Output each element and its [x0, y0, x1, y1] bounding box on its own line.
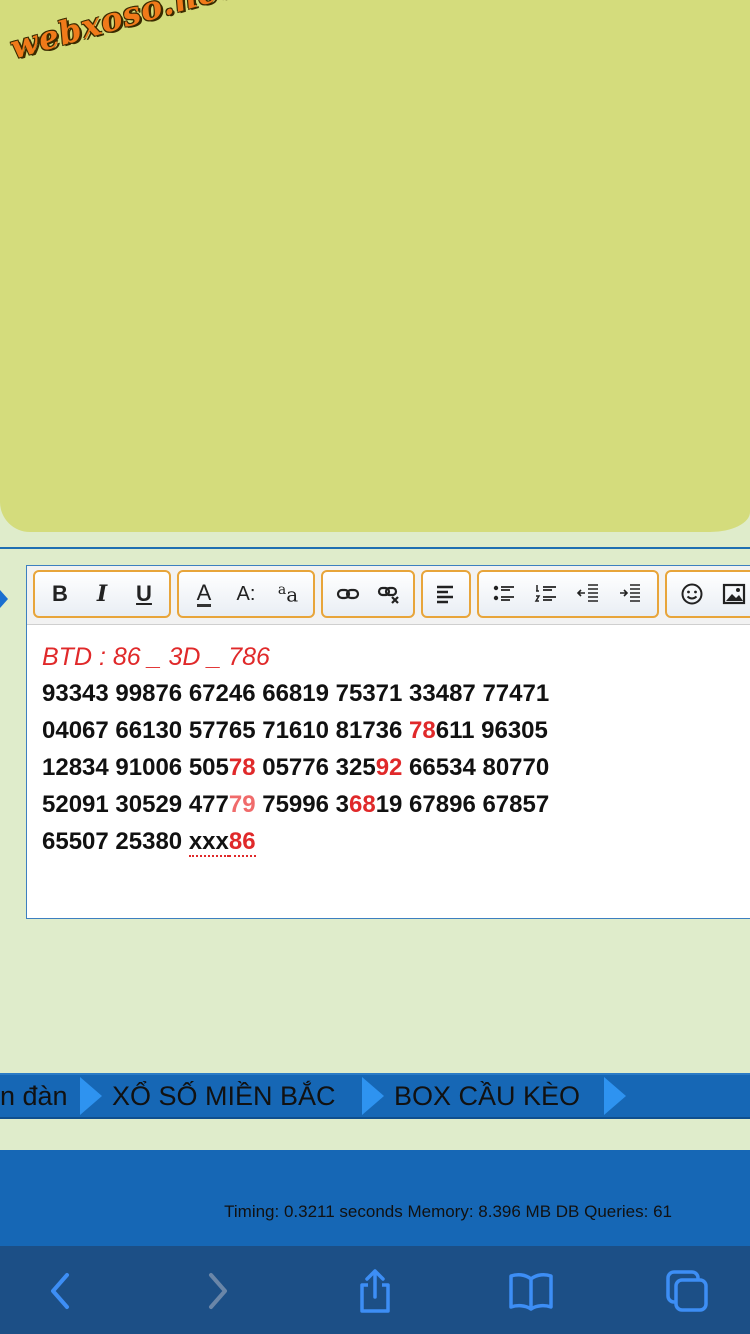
- toolbar-group-insert: [665, 570, 750, 618]
- top-area: webxoso.net: [0, 0, 750, 548]
- timing-info: Timing: 0.3211 seconds Memory: 8.396 MB …: [224, 1202, 672, 1221]
- share-button[interactable]: [348, 1264, 402, 1318]
- numbered-list-icon: [534, 585, 556, 602]
- number-text: 75996 3: [255, 791, 349, 818]
- editor-toolbar: B I U A A: aa: [27, 566, 750, 625]
- number-text: 12834 91006 505: [42, 754, 229, 781]
- page-footer: Timing: 0.3211 seconds Memory: 8.396 MB …: [0, 1150, 750, 1246]
- indent-icon: [620, 584, 640, 602]
- italic-label: I: [96, 581, 108, 607]
- font-color-button[interactable]: A: [183, 575, 225, 613]
- nav-item-box-cau-keo[interactable]: BOX CẦU KÈO: [394, 1075, 580, 1117]
- number-text: 05776 325: [255, 754, 376, 781]
- forward-button[interactable]: [190, 1264, 244, 1318]
- number-line: 12834 91006 50578 05776 32592 66534 8077…: [42, 749, 750, 786]
- underline-label: U: [136, 581, 152, 606]
- bullet-list-button[interactable]: [483, 575, 525, 613]
- font-face-button[interactable]: aa: [267, 575, 309, 613]
- browser-toolbar: [0, 1246, 750, 1334]
- indent-button[interactable]: [609, 575, 651, 613]
- number-line: 93343 99876 67246 66819 75371 33487 7747…: [42, 675, 750, 712]
- back-icon: [51, 1273, 69, 1309]
- link-button[interactable]: [327, 575, 368, 613]
- number-text: 65507 25380: [42, 828, 189, 855]
- image-icon: [722, 583, 746, 605]
- number-text: 66534 80770: [402, 754, 550, 781]
- number-line: 52091 30529 47779 75996 36819 67896 6785…: [42, 786, 750, 823]
- bookmarks-icon: [509, 1273, 553, 1311]
- highlighted-number: 68: [348, 791, 376, 818]
- font-size-label: A:: [236, 582, 256, 605]
- forward-icon: [209, 1273, 227, 1309]
- image-button[interactable]: [713, 575, 750, 613]
- numbered-list-button[interactable]: [525, 575, 567, 613]
- toolbar-group-font: A A: aa: [177, 570, 315, 618]
- back-button[interactable]: [34, 1264, 88, 1318]
- highlighted-number: 78: [409, 717, 436, 744]
- highlighted-number: 92: [375, 754, 403, 781]
- toolbar-group-text-style: B I U: [33, 570, 171, 618]
- tabs-icon: [666, 1270, 708, 1312]
- nav-item-forum[interactable]: n đàn: [0, 1075, 68, 1117]
- smiley-button[interactable]: [671, 575, 713, 613]
- toolbar-group-list: [477, 570, 659, 618]
- toolbar-group-link: [321, 570, 415, 618]
- btd-line: BTD : 86 _ 3D _ 786: [42, 643, 270, 671]
- number-text: 52091 30529 477: [42, 791, 229, 818]
- bullet-list-icon: [493, 585, 514, 601]
- number-text: 611 96305: [435, 717, 548, 744]
- bold-label: B: [52, 581, 68, 606]
- number-text: 04067 66130 57765 71610 81736: [42, 717, 410, 744]
- nav-item-xo-so-mien-bac[interactable]: XỔ SỐ MIỀN BẮC: [112, 1075, 336, 1117]
- bookmarks-button[interactable]: [504, 1264, 558, 1318]
- number-lines: 93343 99876 67246 66819 75371 33487 7747…: [42, 675, 750, 860]
- underline-button[interactable]: U: [123, 575, 165, 613]
- outdent-icon: [576, 584, 598, 602]
- editor-content[interactable]: BTD : 86 _ 3D _ 786 93343 99876 67246 66…: [27, 625, 750, 860]
- sticky-note-background: webxoso.net: [0, 0, 750, 532]
- highlighted-number: xxx: [188, 828, 229, 857]
- message-editor[interactable]: B I U A A: aa BTD: 86 _ 3D _ 786 93343 …: [26, 565, 750, 919]
- link-icon: [336, 588, 359, 600]
- align-left-icon: [437, 585, 453, 604]
- number-text: 19 67896 67857: [375, 791, 550, 818]
- smiley-icon: [681, 583, 703, 605]
- unlink-button[interactable]: [368, 575, 409, 613]
- divider-line: [0, 547, 750, 549]
- tabs-button[interactable]: [660, 1264, 714, 1318]
- font-color-label: A: [196, 579, 212, 607]
- outdent-button[interactable]: [567, 575, 609, 613]
- font-face-label: aa: [277, 581, 299, 607]
- collapse-arrow-icon[interactable]: [0, 590, 8, 608]
- nav-separator-arrow-icon: [362, 1077, 384, 1115]
- nav-separator-arrow-icon: [604, 1077, 626, 1115]
- align-left-button[interactable]: [427, 575, 465, 613]
- bold-button[interactable]: B: [39, 575, 81, 613]
- highlighted-number: 86: [228, 828, 256, 857]
- forum-nav-bar: n đàn XỔ SỐ MIỀN BẮC BOX CẦU KÈO: [0, 1073, 750, 1119]
- unlink-icon: [377, 586, 399, 604]
- font-size-button[interactable]: A:: [225, 575, 267, 613]
- site-logo[interactable]: webxoso.net: [6, 0, 238, 67]
- italic-button[interactable]: I: [81, 575, 123, 613]
- number-line: 04067 66130 57765 71610 81736 78611 9630…: [42, 712, 750, 749]
- toolbar-group-align: [421, 570, 471, 618]
- number-text: 93343 99876 67246 66819 75371 33487 7747…: [42, 680, 550, 707]
- number-line: 65507 25380 xxx86: [42, 823, 750, 860]
- share-icon: [360, 1269, 390, 1313]
- nav-separator-arrow-icon: [80, 1077, 102, 1115]
- highlighted-number: 78: [228, 754, 256, 781]
- highlighted-number: 79: [228, 791, 256, 818]
